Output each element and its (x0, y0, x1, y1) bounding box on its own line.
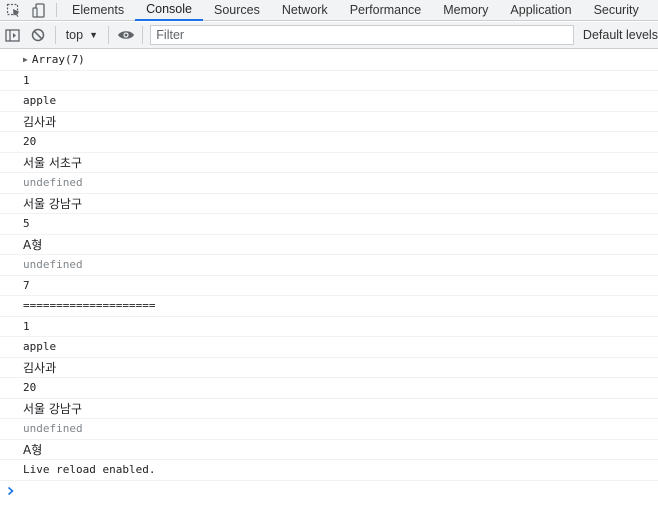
toolbar-separator (54, 26, 56, 44)
log-line: undefined (0, 255, 658, 276)
log-line: A형 (0, 235, 658, 255)
device-toggle-icon[interactable] (26, 0, 52, 20)
log-line: apple (0, 337, 658, 358)
toolbar-separator (142, 26, 144, 44)
caret-down-icon: ▼ (89, 30, 98, 40)
tab-elements[interactable]: Elements (61, 0, 135, 20)
tab-memory[interactable]: Memory (432, 0, 499, 20)
log-levels-dropdown[interactable]: Default levels (583, 28, 658, 42)
log-line: ==================== (0, 296, 658, 317)
log-line: 서울 강남구 (0, 194, 658, 214)
log-line: Live reload enabled. (0, 460, 658, 481)
log-line: 서울 서초구 (0, 153, 658, 173)
log-line: 5 (0, 214, 658, 235)
clear-console-icon[interactable] (25, 22, 50, 48)
console-toolbar: top ▼ Default levels (0, 22, 658, 49)
tab-application[interactable]: Application (499, 0, 582, 20)
array-label: Array(7) (31, 53, 85, 67)
log-line: 서울 강남구 (0, 399, 658, 419)
tab-network[interactable]: Network (271, 0, 339, 20)
log-line: 20 (0, 378, 658, 399)
eye-icon[interactable] (113, 22, 138, 48)
log-line: 김사과 (0, 112, 658, 132)
log-line: A형 (0, 440, 658, 460)
log-line: 1 (0, 71, 658, 91)
array-entry[interactable]: ▶ Array(7) (0, 50, 658, 71)
log-line: apple (0, 91, 658, 112)
log-line: 20 (0, 132, 658, 153)
toolbar-separator (108, 26, 109, 44)
tab-console[interactable]: Console (135, 0, 203, 21)
context-selector[interactable]: top ▼ (60, 24, 104, 46)
tab-sources[interactable]: Sources (203, 0, 271, 20)
log-line: undefined (0, 173, 658, 194)
tab-performance[interactable]: Performance (339, 0, 433, 20)
expand-triangle-icon[interactable]: ▶ (23, 55, 28, 64)
tabbar-separator (56, 3, 57, 17)
log-line: 김사과 (0, 358, 658, 378)
console-prompt[interactable] (0, 481, 658, 501)
context-label: top (65, 28, 84, 42)
console-output: ▶ Array(7) 1 apple 김사과 20 서울 서초구 undefin… (0, 50, 658, 521)
log-line: 1 (0, 317, 658, 337)
log-line: 7 (0, 276, 658, 296)
inspect-icon[interactable] (0, 0, 26, 20)
prompt-chevron-icon (7, 486, 14, 495)
log-line: undefined (0, 419, 658, 440)
sidebar-toggle-icon[interactable] (0, 22, 25, 48)
panel-tabs: Elements Console Sources Network Perform… (61, 0, 650, 21)
tab-security[interactable]: Security (583, 0, 650, 20)
devtools-tabbar: Elements Console Sources Network Perform… (0, 0, 658, 21)
filter-input[interactable] (150, 25, 574, 45)
